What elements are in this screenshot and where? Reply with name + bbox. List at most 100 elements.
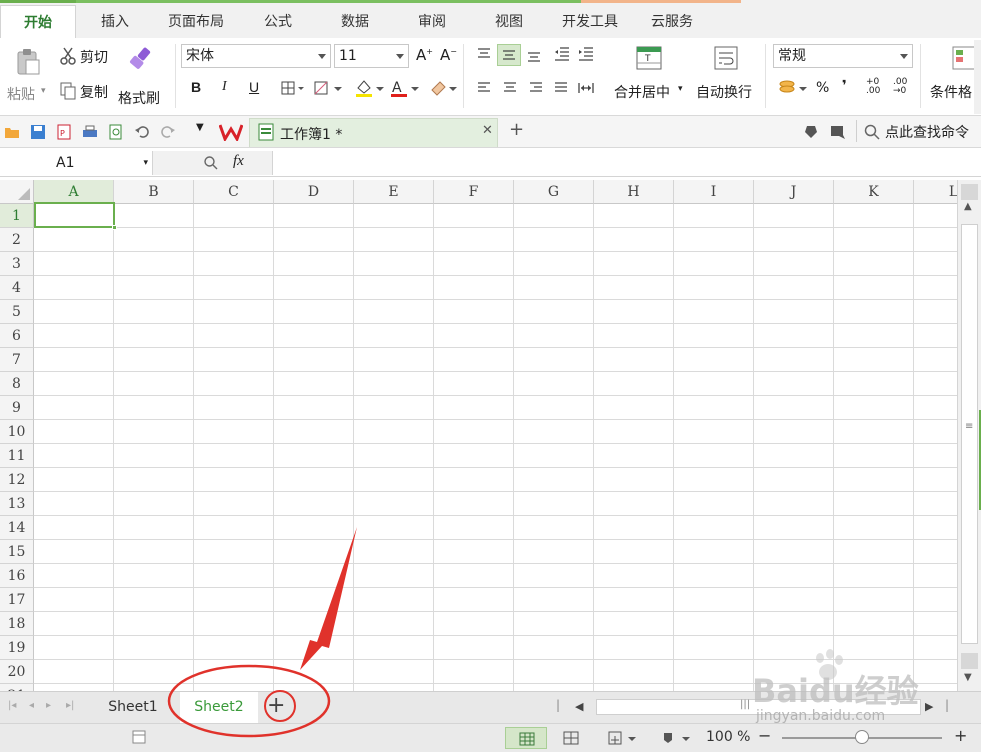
quickbar-more-icon[interactable]: ▼ [196,122,204,133]
document-tab[interactable]: 工作簿1 * ✕ [249,118,498,147]
borders-icon[interactable] [281,81,305,95]
column-header-b[interactable]: B [114,180,194,204]
column-header-k[interactable]: K [834,180,914,204]
tab-page-layout[interactable]: 页面布局 [155,5,237,38]
underline-button[interactable]: U [249,79,259,95]
row-header-13[interactable]: 13 [0,492,34,516]
undo-icon[interactable] [134,124,150,140]
decrease-indent-icon[interactable] [554,47,570,61]
export-pdf-icon[interactable]: P [56,124,72,140]
increase-indent-icon[interactable] [578,47,594,61]
row-header-9[interactable]: 9 [0,396,34,420]
conditional-format-button[interactable]: 条件格 [926,44,976,104]
redo-icon[interactable] [160,124,176,140]
row-header-17[interactable]: 17 [0,588,34,612]
font-name-select[interactable]: 宋体 [181,44,331,68]
copy-button[interactable]: 复制 [58,80,118,102]
bold-button[interactable]: B [191,79,201,95]
column-header-j[interactable]: J [754,180,834,204]
name-box[interactable]: A1 ▾ [0,151,153,175]
align-bottom-icon[interactable] [527,50,541,62]
print-preview-icon[interactable] [108,124,124,140]
next-sheet-icon[interactable]: ▸ [46,700,51,711]
normal-view-button[interactable] [505,727,547,749]
zoom-formula-icon[interactable] [203,155,219,171]
font-color-icon[interactable]: A [389,78,421,98]
paste-button[interactable]: 粘贴 ▾ [4,42,50,104]
fill-color-icon[interactable] [354,78,386,98]
decrease-font-icon[interactable]: A− [440,46,457,64]
row-header-5[interactable]: 5 [0,300,34,324]
paste-dropdown-icon[interactable]: ▾ [41,86,46,96]
tab-split-handle[interactable]: | [556,698,560,712]
scroll-up-icon[interactable]: ▲ [964,201,972,212]
last-sheet-icon[interactable]: ▸| [66,700,74,711]
cut-button[interactable]: 剪切 [58,46,114,68]
select-all-corner[interactable] [0,180,34,204]
align-right-icon[interactable] [529,82,543,94]
percent-button[interactable]: % [816,80,829,96]
column-header-c[interactable]: C [194,180,274,204]
page-layout-view-icon[interactable] [608,731,638,745]
tab-cloud[interactable]: 云服务 [640,5,704,38]
row-header-16[interactable]: 16 [0,564,34,588]
column-header-e[interactable]: E [354,180,434,204]
search-command-label[interactable]: 点此查找命令 [885,122,969,142]
row-header-7[interactable]: 7 [0,348,34,372]
row-header-20[interactable]: 20 [0,660,34,684]
distributed-icon[interactable] [578,81,594,95]
prev-sheet-icon[interactable]: ◂ [29,700,34,711]
row-header-14[interactable]: 14 [0,516,34,540]
italic-button[interactable]: I [222,79,227,95]
column-header-d[interactable]: D [274,180,354,204]
zoom-level[interactable]: 100 % [706,729,750,745]
wps-logo-icon[interactable] [219,123,243,141]
format-painter-button[interactable]: 格式刷 [118,44,168,107]
tab-developer[interactable]: 开发工具 [552,5,628,38]
row-header-8[interactable]: 8 [0,372,34,396]
eye-protect-icon[interactable] [660,730,692,746]
scroll-top-button[interactable] [961,184,978,200]
column-header-h[interactable]: H [594,180,674,204]
print-icon[interactable] [82,124,98,140]
decrease-decimal-icon[interactable]: .00 →0 [893,78,907,96]
scroll-left-icon[interactable]: ◀ [575,700,583,713]
active-cell-a1[interactable] [34,202,117,230]
feedback-icon[interactable] [830,124,846,140]
fill-handle[interactable] [112,225,117,230]
vertical-scrollbar[interactable]: ▲ ≡ ▼ [957,180,981,691]
tab-review[interactable]: 审阅 [402,5,462,38]
row-header-15[interactable]: 15 [0,540,34,564]
currency-icon[interactable] [778,79,808,97]
number-format-select[interactable]: 常规 [773,44,913,68]
tab-view[interactable]: 视图 [479,5,539,38]
row-header-18[interactable]: 18 [0,612,34,636]
worksheet-grid[interactable]: ABCDEFGHIJKL 1 2 3 4 5 6 7 8 9 10 11 12 13 14 15 16 17 18… [0,180,957,691]
row-header-21[interactable]: 21 [0,684,34,691]
row-header-19[interactable]: 19 [0,636,34,660]
open-folder-icon[interactable] [4,124,20,140]
column-header-l[interactable]: L [914,180,957,204]
align-middle-button[interactable] [497,44,521,66]
formula-input[interactable] [272,151,977,175]
vertical-scroll-thumb[interactable]: ≡ [961,224,978,644]
sheet-tab-sheet2[interactable]: Sheet2 [180,692,258,723]
search-icon[interactable] [864,124,880,140]
row-header-11[interactable]: 11 [0,444,34,468]
row-header-4[interactable]: 4 [0,276,34,300]
column-header-g[interactable]: G [514,180,594,204]
row-header-10[interactable]: 10 [0,420,34,444]
row-header-6[interactable]: 6 [0,324,34,348]
increase-font-icon[interactable]: A+ [416,46,433,64]
column-header-i[interactable]: I [674,180,754,204]
row-header-2[interactable]: 2 [0,228,34,252]
tab-home[interactable]: 开始 [0,5,76,38]
font-size-select[interactable]: 11 [334,44,409,68]
new-tab-button[interactable]: + [509,119,524,140]
column-header-f[interactable]: F [434,180,514,204]
wrap-text-button[interactable]: 自动换行 [694,44,760,104]
save-icon[interactable] [30,124,46,140]
insert-function-button[interactable]: fx [233,153,244,170]
skin-icon[interactable] [803,124,819,140]
cell-style-icon[interactable] [314,81,344,95]
